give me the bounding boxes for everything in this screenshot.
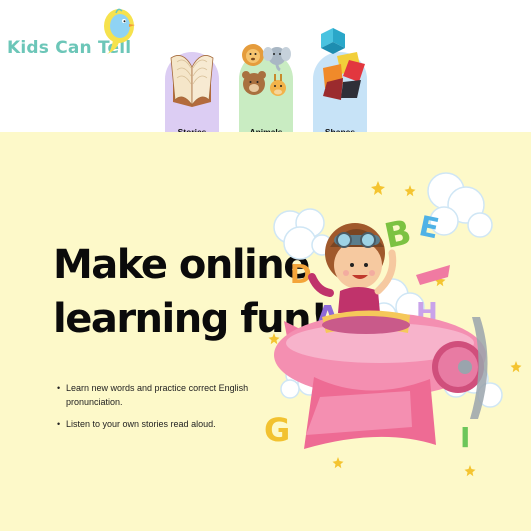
headline-line-2: learning fun!: [53, 296, 328, 342]
animal-faces-icon: [242, 44, 291, 96]
headline-line-1: Make online: [53, 242, 310, 288]
header: Kids Can Tell Stories: [0, 0, 531, 160]
logo[interactable]: Kids Can Tell: [7, 4, 137, 64]
bird-icon: [104, 8, 135, 54]
hero-headline: Make online learning fun!: [53, 238, 328, 346]
letter-b: B: [381, 212, 415, 257]
letter-i: I: [460, 421, 470, 454]
feature-list: Learn new words and practice correct Eng…: [57, 381, 271, 439]
3d-shapes-icon: [321, 28, 365, 100]
letter-d: D: [290, 260, 312, 290]
feature-item: Listen to your own stories read aloud.: [57, 417, 271, 431]
feature-item: Learn new words and practice correct Eng…: [57, 381, 271, 409]
open-book-icon: [170, 55, 214, 107]
kid-airplane-illustration: B E D A H F G I: [264, 172, 522, 477]
letter-e: E: [416, 209, 442, 245]
letter-g: G: [264, 411, 290, 449]
